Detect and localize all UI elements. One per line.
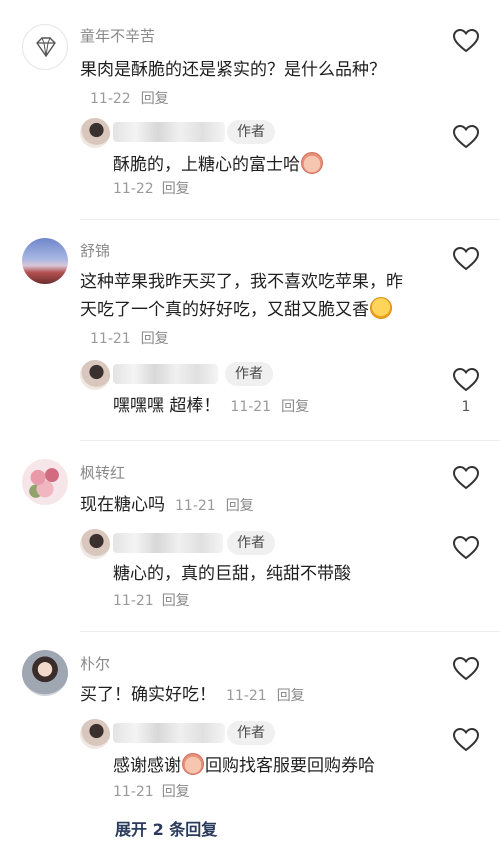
comment-text: 这种苹果我昨天买了，我不喜欢吃苹果，昨天吃了一个真的好好吃，又甜又脆又香 11-2… (80, 268, 410, 353)
author-name-blurred[interactable] (113, 364, 218, 384)
heart-icon[interactable] (452, 28, 480, 54)
divider (80, 631, 500, 632)
author-name-blurred[interactable] (113, 723, 225, 743)
reply-button[interactable]: 回复 (141, 331, 169, 347)
heart-icon[interactable] (452, 727, 480, 753)
avatar[interactable] (22, 24, 68, 70)
comment-date: 11-22 (90, 91, 131, 107)
reply-button[interactable]: 回复 (162, 784, 190, 800)
like-count: 1 (461, 399, 471, 415)
author-tag: 作者 (227, 120, 275, 144)
comment-text-content: 这种苹果我昨天买了，我不喜欢吃苹果，昨天吃了一个真的好好吃，又甜又脆又香 (80, 272, 403, 320)
comment-date: 11-21 (226, 688, 267, 704)
reply-meta: 11-21 回复 (113, 781, 190, 801)
reply-date: 11-21 (113, 784, 154, 800)
heart-icon[interactable] (452, 465, 480, 491)
reply-meta: 11-22 回复 (113, 178, 190, 198)
reply-button[interactable]: 回复 (281, 399, 309, 415)
peach-emoji-icon (301, 152, 323, 174)
diamond-icon (36, 37, 56, 58)
reply-text-content: 嘿嘿嘿 超棒！ (113, 396, 221, 416)
reply-meta: 11-21 回复 (113, 590, 190, 610)
author-tag: 作者 (227, 721, 275, 745)
author-avatar[interactable] (80, 529, 110, 559)
divider (80, 440, 500, 441)
username[interactable]: 朴尔 (80, 653, 110, 674)
reply-button[interactable]: 回复 (141, 91, 169, 107)
comment-text-content: 买了！确实好吃！ (80, 685, 216, 705)
reply-button[interactable]: 回复 (226, 498, 254, 514)
peach-emoji-icon (182, 753, 204, 775)
heart-icon[interactable] (452, 367, 480, 393)
avatar[interactable] (22, 238, 68, 284)
reply-date: 11-21 (113, 593, 154, 609)
avatar[interactable] (22, 650, 68, 696)
reply-text-part: 回购找客服要回购券哈 (205, 756, 375, 776)
heart-icon[interactable] (452, 535, 480, 561)
heart-icon[interactable] (452, 124, 480, 150)
author-name-blurred[interactable] (113, 122, 225, 142)
reply-date: 11-22 (113, 181, 154, 197)
author-tag: 作者 (227, 531, 275, 555)
reply-text: 感谢感谢 回购找客服要回购券哈 (113, 752, 443, 780)
reply-date: 11-21 (230, 399, 272, 415)
reply-text-part: 感谢感谢 (113, 756, 181, 776)
author-name-blurred[interactable] (113, 533, 223, 553)
divider (80, 219, 500, 220)
reply-button[interactable]: 回复 (162, 181, 190, 197)
username[interactable]: 枫转红 (80, 462, 125, 483)
comment-text: 买了！确实好吃！ 11-21 回复 (80, 681, 410, 710)
reply-text: 嘿嘿嘿 超棒！ 11-21 回复 (113, 392, 443, 421)
avatar[interactable] (22, 459, 68, 505)
comment-date: 11-21 (90, 331, 131, 347)
heart-icon[interactable] (452, 656, 480, 682)
comment-text-content: 果肉是酥脆的还是紧实的？是什么品种？ (80, 60, 386, 80)
username[interactable]: 舒锦 (80, 240, 110, 261)
grin-emoji-icon (370, 297, 392, 319)
reply-text: 酥脆的，上糖心的富士哈 (113, 151, 443, 179)
username[interactable]: 童年不辛苦 (80, 25, 155, 46)
reply-button[interactable]: 回复 (277, 688, 305, 704)
reply-text-content: 酥脆的，上糖心的富士哈 (113, 155, 300, 175)
comment-text-content: 现在糖心吗 (80, 495, 165, 515)
reply-text-content: 糖心的，真的巨甜，纯甜不带酸 (113, 564, 351, 584)
comment-date: 11-21 (175, 498, 216, 514)
author-tag: 作者 (225, 362, 273, 386)
author-avatar[interactable] (80, 118, 110, 148)
reply-text: 糖心的，真的巨甜，纯甜不带酸 (113, 560, 443, 588)
author-avatar[interactable] (80, 719, 110, 749)
comment-text: 果肉是酥脆的还是紧实的？是什么品种？ 11-22 回复 (80, 56, 410, 113)
author-avatar[interactable] (80, 360, 110, 390)
expand-replies-button[interactable]: 展开 2 条回复 (115, 816, 217, 840)
reply-button[interactable]: 回复 (162, 593, 190, 609)
comment-text: 现在糖心吗 11-21 回复 (80, 491, 410, 520)
heart-icon[interactable] (452, 246, 480, 272)
